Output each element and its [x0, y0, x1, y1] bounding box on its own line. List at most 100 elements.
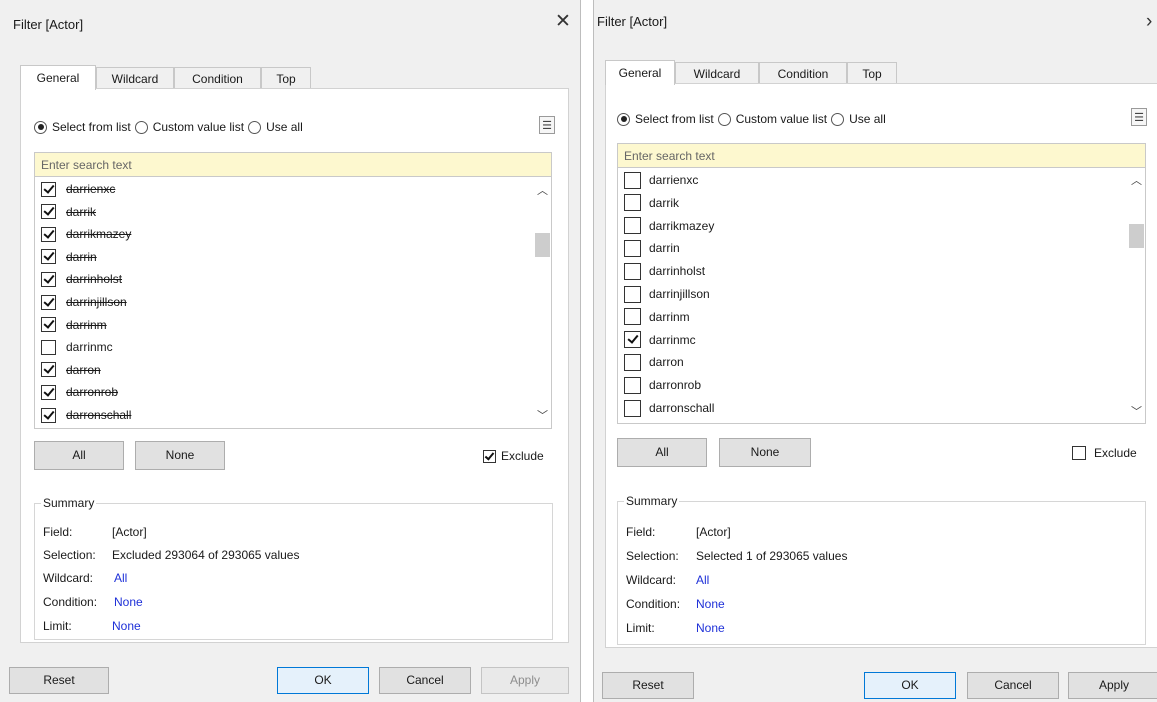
- summary-limit-link[interactable]: None: [112, 619, 141, 633]
- list-item-checkbox[interactable]: [41, 294, 56, 310]
- tab-condition[interactable]: Condition: [174, 67, 261, 89]
- summary-condition-link[interactable]: None: [114, 595, 143, 609]
- list-item[interactable]: darrin: [41, 247, 97, 267]
- chevron-down-icon[interactable]: ﹀: [1131, 403, 1142, 419]
- apply-button[interactable]: Apply: [1068, 672, 1157, 699]
- list-item[interactable]: darron: [41, 360, 101, 380]
- close-icon[interactable]: ›: [1146, 12, 1152, 31]
- list-item-checkbox[interactable]: [624, 171, 641, 189]
- tab-wildcard[interactable]: Wildcard: [96, 67, 174, 89]
- list-item-checkbox[interactable]: [624, 194, 641, 212]
- list-item[interactable]: darrinholst: [624, 261, 705, 281]
- list-item-checkbox[interactable]: [624, 353, 641, 371]
- list-item-checkbox[interactable]: [41, 407, 56, 423]
- scrollbar[interactable]: ︿ ﹀: [534, 177, 551, 428]
- radio-select-from-list[interactable]: [617, 112, 630, 126]
- list-item[interactable]: darrik: [624, 193, 679, 213]
- none-button[interactable]: None: [719, 438, 811, 467]
- exclude-check-box[interactable]: [1072, 446, 1086, 460]
- list-item-checkbox[interactable]: [624, 376, 641, 394]
- list-item[interactable]: darrikmazey: [41, 224, 131, 244]
- list-item[interactable]: darrinjillson: [41, 292, 127, 312]
- radio-label[interactable]: Custom value list: [153, 120, 244, 134]
- summary-limit-link[interactable]: None: [696, 621, 725, 635]
- list-item[interactable]: darronschall: [41, 405, 131, 425]
- search-input[interactable]: [34, 152, 552, 177]
- cancel-button[interactable]: Cancel: [967, 672, 1059, 699]
- list-item[interactable]: darronschall: [624, 398, 714, 418]
- scrollbar-thumb[interactable]: [535, 233, 550, 257]
- tab-top[interactable]: Top: [261, 67, 311, 89]
- list-item-checkbox[interactable]: [624, 239, 641, 257]
- radio-custom-value-list[interactable]: [134, 120, 148, 134]
- list-item-checkbox[interactable]: [624, 331, 641, 349]
- list-item-checkbox[interactable]: [624, 308, 641, 326]
- radio-custom-value-list[interactable]: [717, 112, 731, 126]
- list-item[interactable]: darrinmc: [41, 337, 113, 357]
- tab-condition[interactable]: Condition: [759, 62, 847, 84]
- radio-label[interactable]: Use all: [849, 112, 886, 126]
- list-item-checkbox[interactable]: [41, 362, 56, 378]
- chevron-down-icon[interactable]: ﹀: [537, 407, 548, 423]
- list-item[interactable]: darrienxc: [624, 170, 698, 190]
- tab-wildcard[interactable]: Wildcard: [675, 62, 759, 84]
- radio-label[interactable]: Custom value list: [736, 112, 827, 126]
- summary-condition-link[interactable]: None: [696, 597, 725, 611]
- list-item-checkbox[interactable]: [41, 317, 56, 333]
- cancel-button[interactable]: Cancel: [379, 667, 471, 694]
- list-item[interactable]: darrinholst: [41, 269, 122, 289]
- list-item-checkbox[interactable]: [41, 271, 56, 287]
- list-item-checkbox[interactable]: [624, 399, 641, 417]
- list-item-checkbox[interactable]: [41, 181, 56, 197]
- list-item-checkbox[interactable]: [41, 384, 56, 400]
- chevron-up-icon[interactable]: ︿: [537, 182, 548, 198]
- apply-button[interactable]: Apply: [481, 667, 569, 694]
- list-item[interactable]: darronrob: [41, 382, 118, 402]
- list-item-checkbox[interactable]: [624, 217, 641, 235]
- radio-label[interactable]: Select from list: [635, 112, 714, 126]
- ok-button[interactable]: OK: [277, 667, 369, 694]
- list-item-checkbox[interactable]: [624, 285, 641, 303]
- chevron-up-icon[interactable]: ︿: [1131, 172, 1142, 188]
- radio-use-all[interactable]: [831, 112, 845, 126]
- list-item[interactable]: darrikmazey: [624, 216, 714, 236]
- list-item[interactable]: darrinjillson: [624, 284, 710, 304]
- radio-label[interactable]: Select from list: [52, 120, 131, 134]
- list-item[interactable]: darrienxc: [41, 179, 115, 199]
- radio-select-from-list[interactable]: [34, 120, 47, 134]
- search-input[interactable]: [617, 143, 1146, 168]
- list-item[interactable]: darrik: [41, 202, 96, 222]
- exclude-checkbox[interactable]: Exclude: [1072, 446, 1137, 460]
- close-icon[interactable]: ✕: [555, 12, 571, 31]
- tab-top[interactable]: Top: [847, 62, 897, 84]
- radio-use-all[interactable]: [248, 120, 262, 134]
- scrollbar-thumb[interactable]: [1129, 224, 1144, 248]
- exclude-checkbox[interactable]: Exclude: [483, 449, 544, 463]
- list-menu-icon[interactable]: ☰: [1131, 108, 1147, 126]
- list-item-checkbox[interactable]: [41, 204, 56, 220]
- scrollbar[interactable]: ︿ ﹀: [1128, 168, 1145, 423]
- reset-button[interactable]: Reset: [9, 667, 109, 694]
- summary-wildcard-link[interactable]: All: [114, 571, 127, 585]
- exclude-check-box[interactable]: [483, 449, 496, 463]
- all-button[interactable]: All: [34, 441, 124, 470]
- list-item[interactable]: darronrob: [624, 375, 701, 395]
- list-item-checkbox[interactable]: [41, 226, 56, 242]
- none-button[interactable]: None: [135, 441, 225, 470]
- reset-button[interactable]: Reset: [602, 672, 694, 699]
- radio-label[interactable]: Use all: [266, 120, 303, 134]
- list-item[interactable]: darrin: [624, 238, 680, 258]
- tab-general[interactable]: General: [20, 65, 96, 90]
- list-item[interactable]: darrinm: [41, 315, 107, 335]
- list-item-checkbox[interactable]: [41, 339, 56, 355]
- ok-button[interactable]: OK: [864, 672, 956, 699]
- list-menu-icon[interactable]: ☰: [539, 116, 555, 134]
- list-item[interactable]: darrinm: [624, 307, 690, 327]
- all-button[interactable]: All: [617, 438, 707, 467]
- tab-general[interactable]: General: [605, 60, 675, 85]
- list-item[interactable]: darron: [624, 352, 684, 372]
- list-item-checkbox[interactable]: [41, 249, 56, 265]
- list-item-checkbox[interactable]: [624, 262, 641, 280]
- list-item[interactable]: darrinmc: [624, 330, 696, 350]
- summary-wildcard-link[interactable]: All: [696, 573, 709, 587]
